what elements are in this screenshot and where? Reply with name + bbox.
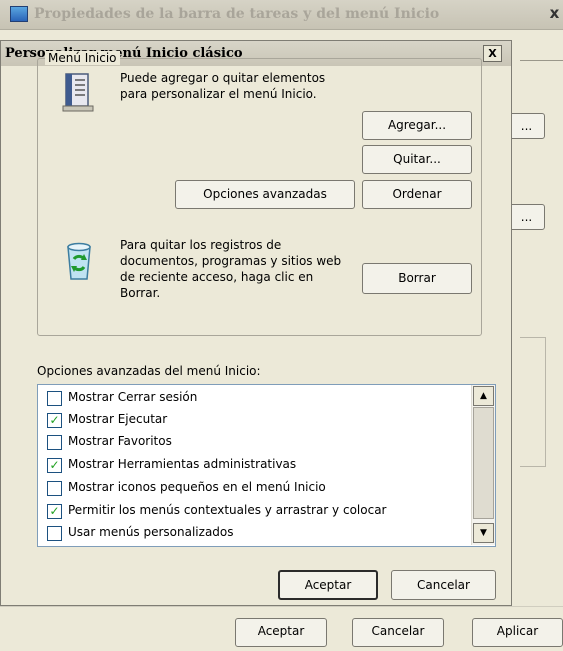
clear-button[interactable]: Borrar [362,263,472,294]
option-checkbox[interactable]: ✓ [47,413,62,428]
taskbar-properties-icon [10,6,28,22]
parent-cancel-button[interactable]: Cancelar [352,618,444,647]
option-checkbox[interactable] [47,391,62,406]
options-scrollbar[interactable]: ▲ ▼ [471,385,495,545]
remove-button[interactable]: Quitar... [362,145,472,174]
parent-divider [0,606,563,607]
cancel-button[interactable]: Cancelar [391,570,496,600]
clear-history-description: Para quitar los registros de documentos,… [120,238,342,300]
option-label: Usar menús personalizados [68,525,234,539]
add-remove-description: Puede agregar o quitar elementos para pe… [120,71,326,101]
start-menu-group-label: Menú Inicio [45,51,120,65]
option-checkbox[interactable] [47,481,62,496]
parent-accept-button[interactable]: Aceptar [235,618,327,647]
option-label: Mostrar iconos pequeños en el menú Inici… [68,480,326,494]
scroll-thumb[interactable] [473,407,494,519]
option-checkbox[interactable] [47,526,62,541]
scroll-up-arrow-icon[interactable]: ▲ [473,386,494,406]
option-label: Mostrar Herramientas administrativas [68,457,297,471]
advanced-options-list: Mostrar Cerrar sesión ✓ Mostrar Ejecutar… [37,384,496,547]
option-label: Mostrar Cerrar sesión [68,390,198,404]
parent-tab-divider [520,60,563,61]
option-label: Permitir los menús contextuales y arrast… [68,503,387,517]
sort-button[interactable]: Ordenar [362,180,472,209]
option-checkbox[interactable]: ✓ [47,504,62,519]
parent-close-button[interactable]: x [546,4,563,24]
add-button[interactable]: Agregar... [362,111,472,140]
option-label: Mostrar Favoritos [68,434,172,448]
start-menu-icon [62,72,96,112]
parent-apply-button[interactable]: Aplicar [472,618,563,647]
dialog-close-button[interactable]: X [483,45,502,62]
parent-side-button-2[interactable]: ... [508,204,545,230]
advanced-options-button[interactable]: Opciones avanzadas [175,180,355,209]
option-checkbox[interactable]: ✓ [47,458,62,473]
option-label: Mostrar Ejecutar [68,412,168,426]
recycle-bin-icon [62,237,96,283]
parent-title-bar: Propiedades de la barra de tareas y del … [0,0,563,30]
ok-button[interactable]: Aceptar [278,570,378,600]
parent-window-title: Propiedades de la barra de tareas y del … [34,6,440,22]
advanced-options-label: Opciones avanzadas del menú Inicio: [37,364,261,378]
option-checkbox[interactable] [47,435,62,450]
parent-groupbox [520,337,546,467]
parent-side-button-1[interactable]: ... [508,113,545,139]
scroll-down-arrow-icon[interactable]: ▼ [473,523,494,543]
